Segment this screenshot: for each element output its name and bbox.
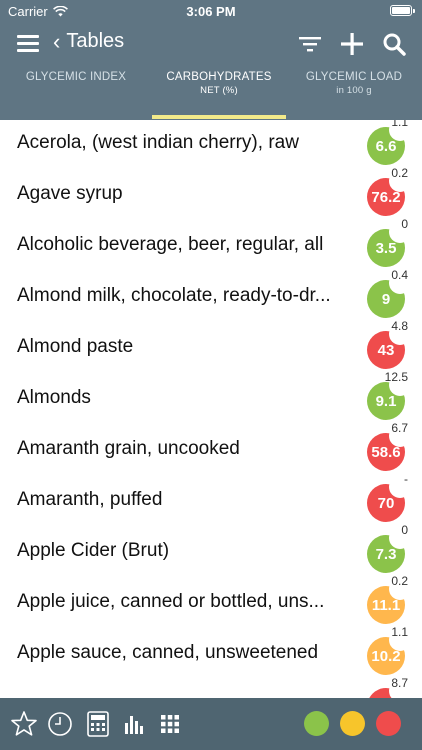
carb-value: 6.6 — [375, 137, 397, 155]
glycemic-load-value: 1.1 — [391, 120, 408, 129]
menu-icon[interactable] — [17, 35, 39, 53]
carb-value: 10.2 — [371, 647, 401, 665]
list-item[interactable]: Almond paste 43 4.8 — [0, 319, 422, 375]
carb-value-badge: 7.3 — [367, 527, 411, 573]
food-name: Apple Cider (Brut) — [17, 540, 170, 561]
glycemic-load-value: 1.1 — [391, 625, 408, 639]
chevron-left-icon: ‹ — [53, 28, 61, 54]
carb-value-badge: 76.2 — [367, 170, 411, 216]
food-name: Amaranth, puffed — [17, 489, 163, 510]
grid-icon[interactable] — [156, 710, 184, 738]
back-label: Tables — [66, 30, 125, 52]
carb-value: 70 — [377, 494, 395, 512]
carb-value: 7.3 — [375, 545, 397, 563]
red-filter-dot[interactable] — [376, 711, 401, 736]
back-button[interactable]: ‹ Tables — [53, 30, 124, 53]
tab-sublabel: NET (%) — [200, 85, 238, 96]
tab-label: GLYCEMIC INDEX — [25, 71, 127, 83]
list-item[interactable]: Apple juice, canned or bottled, uns... 1… — [0, 574, 422, 630]
glycemic-load-value: 12.5 — [384, 370, 408, 384]
carb-value: 58.6 — [371, 443, 401, 461]
food-name: Apple juice, canned or bottled, uns... — [17, 591, 325, 612]
tab-sublabel: in 100 g — [336, 85, 372, 96]
active-tab-indicator — [152, 115, 286, 119]
food-name: Apple sauce, canned, unsweetened — [17, 642, 319, 663]
list-item[interactable]: Amaranth grain, uncooked 58.6 6.7 — [0, 421, 422, 477]
food-name: Almond paste — [17, 336, 134, 357]
list-item[interactable]: Amaranth, puffed 70 - — [0, 472, 422, 528]
green-filter-dot[interactable] — [304, 711, 329, 736]
list-item[interactable]: Apple Cider (Brut) 7.3 0 — [0, 523, 422, 579]
list-item[interactable]: Almond milk, chocolate, ready-to-dr... 9… — [0, 268, 422, 324]
carb-value-badge: 6.6 — [367, 120, 411, 165]
tab-bar: GLYCEMIC INDEX CARBOHYDRATES NET (%) GLY… — [0, 66, 422, 120]
status-bar: Carrier 3:06 PM — [0, 0, 422, 22]
list-item[interactable]: Almonds 9.1 12.5 — [0, 370, 422, 426]
food-name: Acerola, (west indian cherry), raw — [17, 132, 299, 153]
glycemic-load-value: 4.8 — [391, 319, 408, 333]
carb-value: 43 — [377, 341, 395, 359]
carb-value-badge: 58.6 — [367, 425, 411, 471]
food-name: Agave syrup — [17, 183, 123, 204]
list-item[interactable]: Acerola, (west indian cherry), raw 6.6 1… — [0, 120, 422, 171]
glycemic-load-value: 0 — [401, 217, 408, 231]
list-item[interactable]: Alcoholic beverage, beer, regular, all 3… — [0, 217, 422, 273]
star-icon[interactable] — [10, 710, 38, 738]
nav-bar: ‹ Tables — [0, 22, 422, 66]
clock-icon[interactable] — [46, 710, 74, 738]
bar-chart-icon[interactable] — [120, 710, 148, 738]
search-icon[interactable] — [380, 30, 408, 58]
list-item[interactable]: Agave syrup 76.2 0.2 — [0, 166, 422, 222]
battery-icon — [390, 5, 415, 16]
tab-label: CARBOHYDRATES — [166, 71, 272, 83]
tab-carbohydrates-net[interactable]: CARBOHYDRATES NET (%) — [152, 70, 286, 98]
filter-icon[interactable] — [296, 30, 324, 58]
carb-value: 76.2 — [371, 188, 401, 206]
add-icon[interactable] — [338, 30, 366, 58]
glycemic-load-value: 0.2 — [391, 574, 408, 588]
food-name: Almonds — [17, 387, 91, 408]
status-time: 3:06 PM — [186, 4, 236, 19]
food-list[interactable]: Acerola, (west indian cherry), raw 6.6 1… — [0, 120, 422, 698]
list-item[interactable]: Apple sauce, canned, unsweetened 10.2 1.… — [0, 625, 422, 681]
glycemic-load-value: 8.7 — [391, 676, 408, 690]
bottom-toolbar — [0, 698, 422, 750]
food-name: Almond milk, chocolate, ready-to-dr... — [17, 285, 331, 306]
tab-glycemic-index[interactable]: GLYCEMIC INDEX — [10, 70, 142, 84]
carb-value-badge: 3.5 — [367, 221, 411, 267]
calculator-icon[interactable] — [84, 710, 112, 738]
glycemic-load-value: 0.4 — [391, 268, 408, 282]
list-item[interactable]: 8.7 — [0, 676, 422, 698]
food-name: Amaranth grain, uncooked — [17, 438, 240, 459]
carb-value-badge: 9 — [367, 272, 411, 318]
carb-value: 3.5 — [375, 239, 397, 257]
tab-label: GLYCEMIC LOAD — [305, 71, 403, 83]
yellow-filter-dot[interactable] — [340, 711, 365, 736]
food-name: Alcoholic beverage, beer, regular, all — [17, 234, 324, 255]
carb-value-badge: 11.1 — [367, 578, 411, 624]
carb-value-badge: 43 — [367, 323, 411, 369]
carb-value-badge: 10.2 — [367, 629, 411, 675]
glycemic-load-value: - — [404, 472, 408, 486]
tab-glycemic-load[interactable]: GLYCEMIC LOAD in 100 g — [290, 70, 418, 98]
glycemic-load-value: 0.2 — [391, 166, 408, 180]
carb-value-badge: 9.1 — [367, 374, 411, 420]
carb-value: 9.1 — [375, 392, 397, 410]
carb-value: 11.1 — [371, 596, 401, 614]
carb-value-badge: 70 — [367, 476, 411, 522]
glycemic-load-value: 6.7 — [391, 421, 408, 435]
carb-value: 9 — [381, 290, 391, 308]
glycemic-load-value: 0 — [401, 523, 408, 537]
